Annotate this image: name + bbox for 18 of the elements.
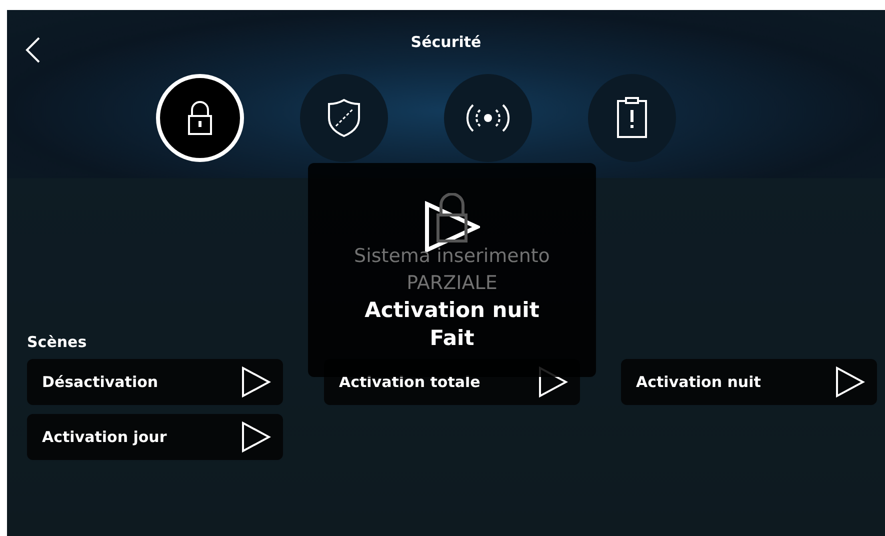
signal-waves-icon xyxy=(465,103,511,133)
play-icon xyxy=(835,366,865,398)
clipboard-alert-icon xyxy=(616,97,648,139)
section-title: Scènes xyxy=(27,333,87,351)
scene-button[interactable]: Désactivation xyxy=(27,359,283,405)
status-text: PARZIALE xyxy=(406,271,498,296)
play-icon xyxy=(241,421,271,453)
back-chevron-icon xyxy=(25,36,41,64)
page-title: Sécurité xyxy=(410,33,482,51)
padlock-icon xyxy=(435,193,469,243)
play-icon xyxy=(241,366,271,398)
notification-title: Activation nuit xyxy=(364,298,540,322)
shield-icon xyxy=(327,98,361,138)
scene-button[interactable]: Activation nuit xyxy=(621,359,877,405)
notification-status: Fait xyxy=(430,326,474,350)
padlock-icon xyxy=(185,100,215,136)
status-text: Sistema inserimento xyxy=(354,244,550,269)
scene-button[interactable]: Activation jour xyxy=(27,414,283,460)
